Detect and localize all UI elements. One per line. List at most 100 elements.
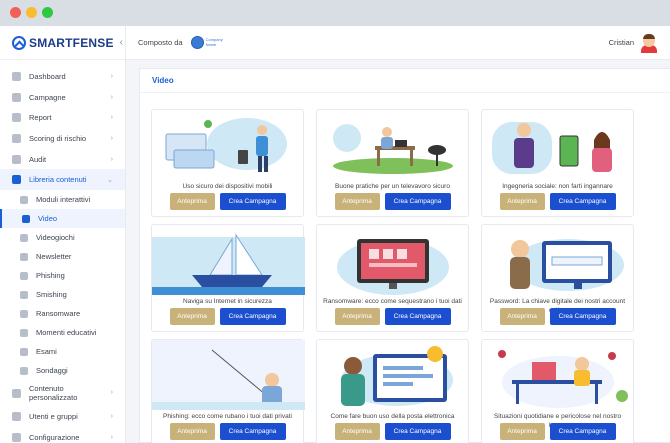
minimize-window-button[interactable] (26, 7, 37, 18)
module-icon (20, 195, 28, 204)
sidebar-item-contenuto[interactable]: Contenuto personalizzato › (0, 380, 125, 406)
video-card-title: Uso sicuro dei dispositivi mobili (182, 183, 273, 190)
create-campaign-button[interactable]: Crea Campagna (549, 423, 616, 440)
sidebar-subitem-smishing[interactable]: Smishing (0, 285, 125, 304)
sidebar-subitem-esami[interactable]: Esami (0, 342, 125, 361)
sidebar-subitem-newsletter[interactable]: Newsletter (0, 247, 125, 266)
video-card[interactable]: Password: La chiave digitale dei nostri … (481, 224, 634, 332)
video-panel: Video Uso sicuro dei dispositivi mobili … (139, 68, 670, 443)
create-campaign-button[interactable]: Crea Campagna (384, 423, 451, 440)
video-card[interactable]: Buone pratiche per un televavoro sicuro … (316, 109, 469, 217)
partner-name: Company Name (205, 37, 223, 47)
sidebar-item-label: Configurazione (29, 432, 80, 442)
sidebar-subitem-phishing[interactable]: Phishing (0, 266, 125, 285)
illustration-ransomware (337, 239, 449, 295)
chevron-down-icon: ⌄ (107, 176, 113, 184)
preview-button[interactable]: Anteprima (499, 308, 545, 325)
create-campaign-button[interactable]: Crea Campagna (219, 193, 286, 210)
gamepad-icon (20, 233, 28, 242)
sidebar-subitem-videogiochi[interactable]: Videogiochi (0, 228, 125, 247)
sidebar-subitem-label: Video (38, 214, 58, 224)
create-campaign-button[interactable]: Crea Campagna (384, 308, 451, 325)
sidebar-subitem-moduli[interactable]: Moduli interattivi (0, 190, 125, 209)
preview-button[interactable]: Anteprima (499, 423, 545, 440)
sidebar-item-report[interactable]: Report › (0, 107, 125, 128)
video-card[interactable]: Ingegneria sociale: non farti ingannare … (481, 109, 634, 217)
card-actions: Anteprima Crea Campagna (152, 193, 303, 210)
video-card-title: Ransomware: ecco come sequestrano i tuoi… (323, 298, 462, 305)
preview-button[interactable]: Anteprima (334, 423, 380, 440)
video-card-title: Buone pratiche per un televavoro sicuro (335, 183, 450, 190)
create-campaign-button[interactable]: Crea Campagna (219, 423, 286, 440)
chart-icon (12, 113, 21, 123)
card-actions: Anteprima Crea Campagna (317, 308, 468, 325)
sidebar-subitem-video[interactable]: Video (0, 209, 125, 229)
survey-icon (20, 366, 28, 375)
illustration-email (341, 346, 453, 406)
chevron-right-icon: › (110, 388, 113, 396)
card-actions: Anteprima Crea Campagna (482, 193, 633, 210)
video-card[interactable]: Ransomware: ecco come sequestrano i tuoi… (316, 224, 469, 332)
preview-button[interactable]: Anteprima (169, 423, 215, 440)
close-window-button[interactable] (10, 7, 21, 18)
composed-by-label: Composto da (138, 38, 183, 47)
illustration-telework (333, 124, 453, 174)
preview-button[interactable]: Anteprima (334, 308, 380, 325)
preview-button[interactable]: Anteprima (169, 193, 215, 210)
brand: SMARTFENSE ‹ (0, 26, 125, 60)
sidebar-item-campagne[interactable]: Campagne › (0, 87, 125, 108)
sidebar-item-label: Utenti e gruppi (29, 411, 78, 421)
brand-logo-icon (12, 35, 26, 50)
video-card[interactable]: Situazioni quotidiane e pericolose nel n… (481, 339, 634, 443)
sidebar-item-libreria[interactable]: Libreria contenuti ⌄ (0, 169, 125, 191)
video-card-title: Naviga su Internet in sicurezza (183, 298, 272, 305)
video-card-title: Ingegneria sociale: non farti ingannare (502, 183, 613, 190)
maximize-window-button[interactable] (42, 7, 53, 18)
create-campaign-button[interactable]: Crea Campagna (549, 193, 616, 210)
card-actions: Anteprima Crea Campagna (482, 308, 633, 325)
shield-icon (12, 133, 21, 143)
sidebar-item-label: Scoring di rischio (29, 133, 87, 143)
sidebar-subitem-label: Moduli interattivi (36, 195, 91, 205)
preview-button[interactable]: Anteprima (334, 193, 380, 210)
create-campaign-button[interactable]: Crea Campagna (384, 193, 451, 210)
illustration-internet-safety (152, 233, 305, 295)
sidebar-subitem-label: Ransomware (36, 309, 81, 319)
sidebar-item-dashboard[interactable]: Dashboard › (0, 66, 125, 87)
sidebar-subitem-ransomware[interactable]: Ransomware (0, 304, 125, 323)
video-card[interactable]: Phishing: ecco come rubano i tuoi dati p… (151, 339, 305, 443)
sidebar-subitem-label: Esami (36, 347, 57, 357)
illustration-password (510, 239, 624, 291)
sidebar-item-scoring[interactable]: Scoring di rischio › (0, 128, 125, 149)
chevron-right-icon: › (110, 93, 113, 101)
window-titlebar (0, 0, 670, 26)
create-campaign-button[interactable]: Crea Campagna (219, 308, 286, 325)
video-card[interactable]: Naviga su Internet in sicurezza Anteprim… (151, 224, 305, 332)
sidebar-item-configurazione[interactable]: Configurazione › (0, 427, 125, 443)
preview-button[interactable]: Anteprima (169, 308, 215, 325)
collapse-sidebar-icon[interactable]: ‹ (120, 37, 123, 48)
sidebar-item-label: Libreria contenuti (29, 175, 87, 185)
illustration-mobile-devices (165, 118, 287, 172)
sidebar-item-audit[interactable]: Audit › (0, 149, 125, 170)
avatar-hair (643, 34, 655, 39)
sidebar-subitem-sondaggi[interactable]: Sondaggi (0, 361, 125, 380)
illustration-daily-dangers (498, 350, 628, 408)
edit-icon (12, 388, 21, 398)
sidebar-item-utenti[interactable]: Utenti e gruppi › (0, 406, 125, 427)
preview-button[interactable]: Anteprima (499, 193, 545, 210)
sidebar-subitem-momenti[interactable]: Momenti educativi (0, 323, 125, 342)
sidebar-nav: Dashboard › Campagne › Report › Scoring di … (0, 60, 125, 443)
video-card[interactable]: Come fare buon uso della posta elettroni… (316, 339, 469, 443)
avatar[interactable] (640, 33, 658, 53)
card-actions: Anteprima Crea Campagna (152, 423, 303, 440)
video-card-title: Phishing: ecco come rubano i tuoi dati p… (163, 413, 292, 420)
sidebar-item-label: Contenuto personalizzato (29, 384, 78, 403)
user-name[interactable]: Cristian (609, 38, 634, 47)
create-campaign-button[interactable]: Crea Campagna (549, 308, 616, 325)
chevron-right-icon: › (110, 412, 113, 420)
card-actions: Anteprima Crea Campagna (482, 423, 633, 440)
video-card[interactable]: Uso sicuro dei dispositivi mobili Antepr… (151, 109, 304, 217)
users-icon (12, 411, 21, 421)
illustration-social-engineering (492, 122, 612, 174)
